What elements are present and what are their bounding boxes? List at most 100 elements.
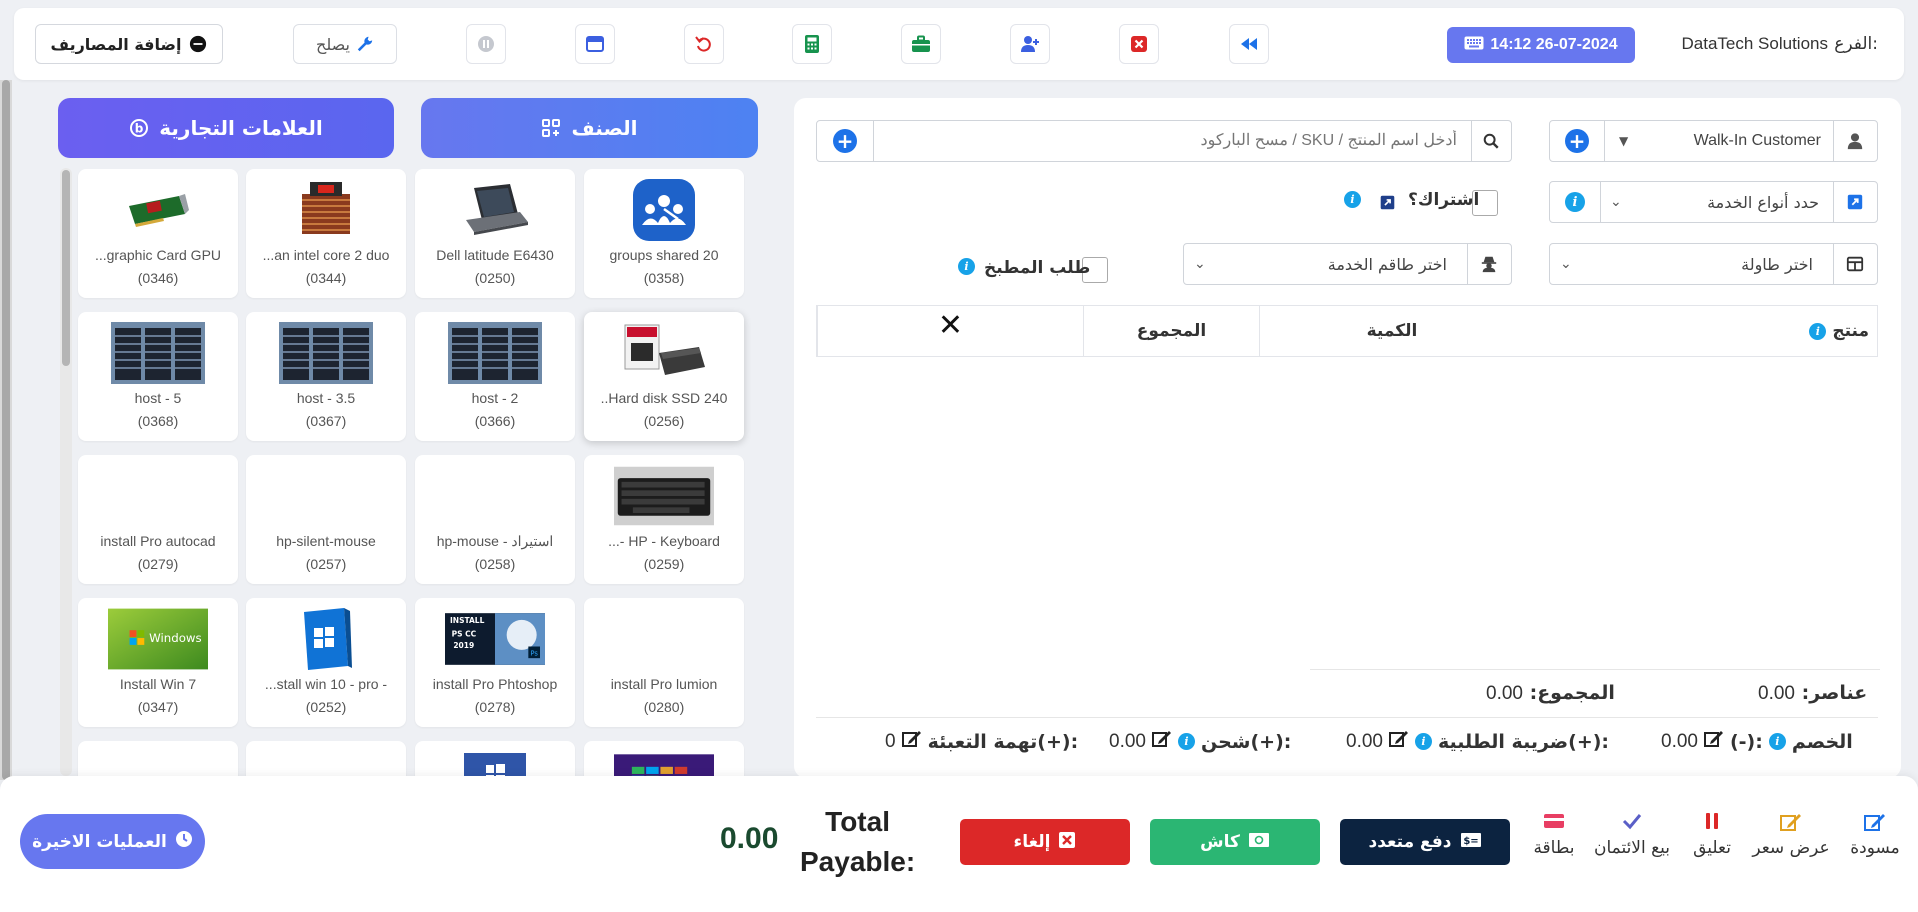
product-grid-panel: groups shared 20 (0358) Dell latitude E6… (58, 168, 758, 776)
product-code: (0358) (643, 270, 685, 286)
product-name: ...graphic Card GPU (94, 247, 222, 263)
edit-icon (1850, 812, 1900, 834)
register-details-button[interactable] (575, 24, 615, 64)
calculator-button[interactable] (792, 24, 832, 64)
cancel-button[interactable]: إلغاء (960, 819, 1130, 865)
pause-icon (1686, 812, 1738, 834)
cash-button[interactable]: كاش (1150, 819, 1320, 865)
service-types-info-button[interactable]: i (1549, 181, 1601, 223)
product-card[interactable]: install Pro lumion (0280) (584, 598, 744, 727)
total-payable-value: 0.00 (720, 822, 779, 855)
order-tax-info-icon[interactable]: i (1414, 733, 1432, 750)
recent-transactions-button[interactable]: العمليات الاخيرة (20, 814, 205, 869)
kitchen-order-info-icon[interactable]: i (958, 258, 975, 275)
discount-info-icon[interactable]: i (1768, 733, 1786, 750)
product-card[interactable]: Dell latitude E6430 (0250) (415, 169, 575, 298)
credit-sale-button[interactable]: بيع الائتمان (1589, 812, 1675, 858)
clock-icon (175, 830, 193, 853)
product-name: install Pro Phtoshop (432, 676, 558, 692)
product-code: (0368) (137, 413, 179, 429)
subscription-link-icon[interactable] (1379, 194, 1396, 215)
close-register-button[interactable] (1119, 24, 1159, 64)
product-card[interactable]: Windows Install Win 7 (0347) (78, 598, 238, 727)
brand-b-icon: b (130, 119, 149, 137)
product-card[interactable] (246, 741, 406, 776)
chevron-down-icon: ⌄ (1610, 194, 1622, 210)
product-card[interactable] (584, 741, 744, 776)
col-product: i منتج (1524, 306, 1879, 356)
money-bill-icon (1248, 832, 1270, 853)
product-card[interactable]: host - 3.5 (0367) (246, 312, 406, 441)
chevron-down-icon: ⌄ (1194, 256, 1206, 272)
svg-text:2019: 2019 (453, 641, 474, 650)
product-grid-scrollbar[interactable] (60, 168, 72, 776)
product-name: host - 2 (471, 390, 519, 406)
table-select[interactable]: اختر طاولة ⌄ (1549, 243, 1834, 285)
pause-button[interactable] (466, 24, 506, 64)
product-search-input[interactable] (872, 120, 1472, 162)
order-tax-edit-icon[interactable] (1388, 730, 1409, 753)
edit-icon (1751, 812, 1831, 834)
service-staff-select[interactable]: اختر طاقم الخدمة ⌄ (1183, 243, 1468, 285)
go-back-button[interactable] (1229, 24, 1269, 64)
product-name: host - 5 (134, 390, 182, 406)
briefcase-button[interactable] (901, 24, 941, 64)
add-customer-button[interactable]: + (1549, 120, 1605, 162)
product-name: ...an intel core 2 duo (262, 247, 390, 263)
multi-pay-button[interactable]: دفع متعدد $= (1340, 819, 1510, 865)
customer-select[interactable]: Walk-In Customer ▼ (1604, 120, 1834, 162)
close-box-icon (1058, 831, 1076, 854)
page-scrollbar-thumb[interactable] (2, 80, 10, 780)
product-card[interactable]: ...an intel core 2 duo (0344) (246, 169, 406, 298)
calculator-icon (805, 35, 819, 53)
product-card[interactable] (415, 741, 575, 776)
add-product-button[interactable]: + (816, 120, 874, 162)
external-link-icon (1847, 194, 1863, 210)
product-card[interactable]: host - 2 (0366) (415, 312, 575, 441)
return-button[interactable] (684, 24, 724, 64)
kitchen-order-label: طلب المطبخ (984, 258, 1091, 278)
packing-edit-icon[interactable] (901, 730, 922, 753)
datetime-text: 14:12 26-07-2024 (1490, 36, 1618, 53)
product-card[interactable]: ..Hard disk SSD 240 (0256) (584, 312, 744, 441)
discount-label: الخصم (1791, 730, 1853, 753)
product-name: Install Win 7 (119, 676, 197, 692)
product-card[interactable]: hp-mouse - استيراد (0258) (415, 455, 575, 584)
add-user-button[interactable] (1010, 24, 1050, 64)
product-code: (0256) (643, 413, 685, 429)
product-card[interactable]: Ps INSTALL PS CC 2019 install Pro Phtoshop … (415, 598, 575, 727)
branch-name: DataTech Solutions (1681, 34, 1828, 53)
shipping-edit-icon[interactable] (1151, 730, 1172, 753)
product-card[interactable]: hp-silent-mouse (0257) (246, 455, 406, 584)
product-card[interactable]: host - 5 (0368) (78, 312, 238, 441)
credit-sale-label: بيع الائتمان (1593, 838, 1671, 858)
col-product-label: منتج (1832, 321, 1869, 341)
product-thumbnail (614, 179, 714, 241)
card-button[interactable]: بطاقة (1528, 812, 1580, 858)
shipping-info-icon[interactable]: i (1177, 733, 1195, 750)
product-card[interactable]: groups shared 20 (0358) (584, 169, 744, 298)
charges-divider (816, 717, 1878, 718)
brands-button[interactable]: b العلامات التجارية (58, 98, 394, 158)
product-card[interactable] (78, 741, 238, 776)
product-grid-scrollbar-thumb[interactable] (62, 170, 70, 366)
info-icon: i (1565, 192, 1585, 212)
product-info-icon[interactable]: i (1809, 322, 1827, 340)
add-expenses-button[interactable]: إضافة المصاريف (35, 24, 223, 64)
fix-button[interactable]: يصلح (293, 24, 397, 64)
product-card[interactable]: ...graphic Card GPU (0346) (78, 169, 238, 298)
page-scrollbar[interactable] (0, 80, 12, 780)
discount-edit-icon[interactable] (1703, 730, 1724, 753)
quotation-button[interactable]: عرض سعر (1751, 812, 1831, 858)
category-button[interactable]: الصنف (421, 98, 758, 158)
product-card[interactable]: install Pro autocad (0279) (78, 455, 238, 584)
draft-button[interactable]: مسودة (1850, 812, 1900, 858)
datetime-button[interactable]: 14:12 26-07-2024 (1447, 27, 1635, 63)
product-code: (0280) (643, 699, 685, 715)
product-card[interactable]: ...stall win 10 - pro - (0252) (246, 598, 406, 727)
product-thumbnail (276, 322, 376, 384)
product-card[interactable]: ...- HP - Keyboard (0259) (584, 455, 744, 584)
service-types-select[interactable]: حدد أنواع الخدمة ⌄ (1599, 181, 1834, 223)
subscription-info-icon[interactable]: i (1344, 191, 1361, 208)
suspend-button[interactable]: تعليق (1686, 812, 1738, 858)
